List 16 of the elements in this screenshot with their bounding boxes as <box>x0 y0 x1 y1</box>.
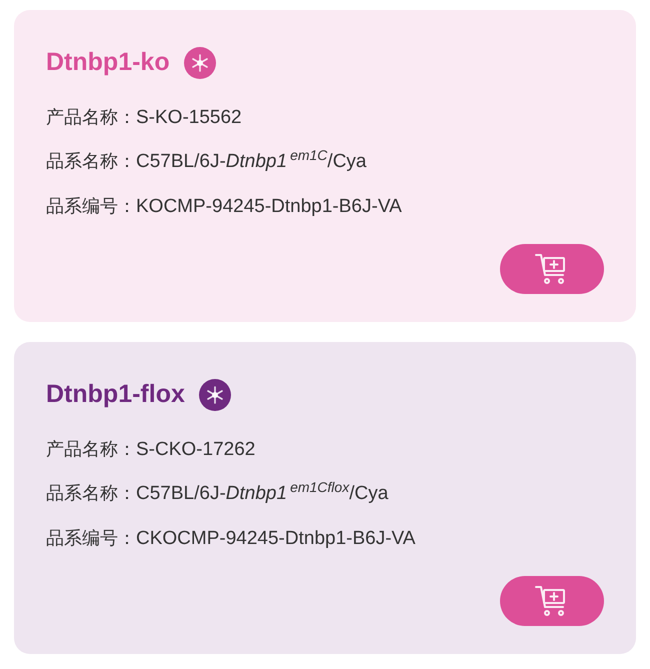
field-label: 产品名称： <box>46 438 136 462</box>
product-title: Dtnbp1-ko <box>46 47 170 78</box>
add-to-cart-button[interactable] <box>500 576 604 626</box>
field-value: KOCMP-94245-Dtnbp1-B6J-VA <box>136 194 402 218</box>
field-label: 品系编号： <box>46 526 136 550</box>
field-label: 品系名称： <box>46 482 136 506</box>
field-value: CKOCMP-94245-Dtnbp1-B6J-VA <box>136 526 416 550</box>
product-title: Dtnbp1-flox <box>46 379 185 410</box>
field-label: 品系编号： <box>46 194 136 218</box>
field-label: 品系名称： <box>46 150 136 174</box>
field-value: C57BL/6J-Dtnbp1$^{em1Cflox}$/Cya <box>136 480 388 506</box>
field-value: S-CKO-17262 <box>136 438 256 462</box>
field-value: C57BL/6J-Dtnbp1$^{em1C}$/Cya <box>136 148 366 174</box>
field-value: S-KO-15562 <box>136 106 242 130</box>
add-to-cart-button[interactable] <box>500 244 604 294</box>
field-label: 产品名称： <box>46 106 136 130</box>
